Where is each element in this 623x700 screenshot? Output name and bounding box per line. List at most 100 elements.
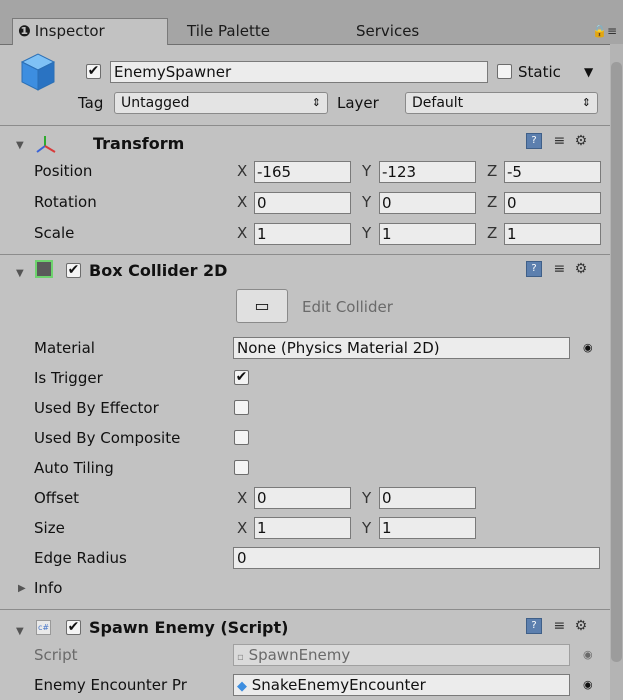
position-z-field[interactable]: -5 — [504, 161, 601, 183]
dropdown-arrows-icon: ⇕ — [581, 96, 591, 109]
scale-label: Scale — [34, 224, 75, 242]
rotation-y-field[interactable]: 0 — [379, 192, 476, 214]
static-checkbox[interactable] — [497, 64, 512, 79]
foldout-arrow-icon[interactable]: ▼ — [16, 268, 24, 279]
layer-dropdown[interactable]: Default ⇕ — [405, 92, 598, 114]
component-title: Spawn Enemy (Script) — [89, 618, 289, 637]
vertical-scrollbar[interactable] — [610, 44, 623, 700]
divider — [0, 609, 610, 610]
edit-collider-icon: ▭ — [254, 296, 270, 315]
tab-services[interactable]: Services — [356, 19, 419, 44]
edit-collider-button[interactable]: ▭ — [236, 289, 288, 323]
x-axis-label: X — [237, 162, 248, 180]
component-tools: ? ≡ ⚙ — [526, 618, 587, 634]
x-axis-label: X — [237, 193, 248, 211]
offset-x-field[interactable]: 0 — [254, 487, 351, 509]
offset-y-field[interactable]: 0 — [379, 487, 476, 509]
used-by-effector-label: Used By Effector — [34, 399, 159, 417]
is-trigger-label: Is Trigger — [34, 369, 103, 387]
component-title: Box Collider 2D — [89, 261, 228, 280]
edit-collider-label: Edit Collider — [302, 298, 393, 316]
y-axis-label: Y — [362, 519, 372, 537]
transform-axes-icon — [34, 133, 60, 159]
tab-inspector[interactable]: ❶ Inspector — [12, 18, 168, 45]
z-axis-label: Z — [487, 193, 498, 211]
used-by-effector-checkbox[interactable] — [234, 400, 249, 415]
static-label: Static — [518, 63, 561, 81]
x-axis-label: X — [237, 519, 248, 537]
lock-icon[interactable]: 🔒≡ — [592, 24, 617, 38]
x-axis-label: X — [237, 489, 248, 507]
preset-icon[interactable]: ≡ — [553, 618, 565, 634]
gear-icon[interactable]: ⚙ — [575, 261, 588, 277]
gameobject-name-field[interactable]: EnemySpawner — [110, 61, 488, 83]
position-x-field[interactable]: -165 — [254, 161, 351, 183]
size-label: Size — [34, 519, 65, 537]
scale-x-field[interactable]: 1 — [254, 223, 351, 245]
component-tools: ? ≡ ⚙ — [526, 133, 587, 149]
script-field: ▫ SpawnEnemy — [233, 644, 570, 666]
y-axis-label: Y — [362, 162, 372, 180]
position-y-field[interactable]: -123 — [379, 161, 476, 183]
y-axis-label: Y — [362, 193, 372, 211]
tag-dropdown[interactable]: Untagged ⇕ — [114, 92, 328, 114]
size-y-field[interactable]: 1 — [379, 517, 476, 539]
divider — [0, 125, 610, 126]
enemy-encounter-field[interactable]: ◆ SnakeEnemyEncounter — [233, 674, 570, 696]
material-field[interactable]: None (Physics Material 2D) — [233, 337, 570, 359]
static-dropdown-arrow-icon[interactable]: ▼ — [584, 62, 593, 82]
divider — [0, 254, 610, 255]
preset-icon[interactable]: ≡ — [553, 133, 565, 149]
z-axis-label: Z — [487, 224, 498, 242]
rotation-z-field[interactable]: 0 — [504, 192, 601, 214]
gear-icon[interactable]: ⚙ — [575, 618, 588, 634]
object-picker-icon[interactable]: ◉ — [583, 338, 593, 358]
dropdown-arrows-icon: ⇕ — [311, 96, 321, 109]
object-picker-icon[interactable]: ◉ — [583, 675, 593, 695]
offset-label: Offset — [34, 489, 80, 507]
help-icon[interactable]: ? — [526, 618, 542, 634]
rotation-label: Rotation — [34, 193, 97, 211]
layer-label: Layer — [337, 94, 379, 112]
edge-radius-field[interactable]: 0 — [233, 547, 600, 569]
component-title: Transform — [93, 134, 185, 153]
z-axis-label: Z — [487, 162, 498, 180]
edge-radius-label: Edge Radius — [34, 549, 127, 567]
auto-tiling-label: Auto Tiling — [34, 459, 114, 477]
enabled-checkbox[interactable]: ✔ — [66, 620, 81, 635]
scale-z-field[interactable]: 1 — [504, 223, 601, 245]
object-picker-icon: ◉ — [583, 648, 593, 661]
rotation-x-field[interactable]: 0 — [254, 192, 351, 214]
script-file-icon: ▫ — [237, 652, 244, 663]
used-by-composite-label: Used By Composite — [34, 429, 181, 447]
help-icon[interactable]: ? — [526, 133, 542, 149]
csharp-script-icon: c# — [36, 620, 51, 635]
tag-label: Tag — [78, 94, 104, 112]
position-label: Position — [34, 162, 93, 180]
foldout-arrow-icon[interactable]: ▼ — [16, 140, 24, 151]
scale-y-field[interactable]: 1 — [379, 223, 476, 245]
tab-tile-palette[interactable]: Tile Palette — [187, 19, 270, 44]
auto-tiling-checkbox[interactable] — [234, 460, 249, 475]
active-checkbox[interactable]: ✔ — [86, 64, 101, 79]
foldout-arrow-icon[interactable]: ▼ — [16, 626, 24, 637]
gear-icon[interactable]: ⚙ — [575, 133, 588, 149]
size-x-field[interactable]: 1 — [254, 517, 351, 539]
prefab-cube-icon: ◆ — [237, 679, 247, 694]
box-collider-icon — [35, 260, 53, 278]
tab-bar: ❶ Inspector Tile Palette Services 🔒≡ — [0, 0, 623, 45]
scrollbar-thumb[interactable] — [611, 62, 622, 662]
x-axis-label: X — [237, 224, 248, 242]
component-tools: ? ≡ ⚙ — [526, 261, 587, 277]
info-foldout-label[interactable]: Info — [34, 578, 62, 598]
script-label: Script — [34, 646, 78, 664]
material-label: Material — [34, 339, 95, 357]
foldout-collapsed-icon[interactable]: ▶ — [18, 583, 26, 594]
preset-icon[interactable]: ≡ — [553, 261, 565, 277]
is-trigger-checkbox[interactable]: ✔ — [234, 370, 249, 385]
gameobject-icon — [16, 50, 60, 94]
info-icon: ❶ — [18, 22, 31, 40]
used-by-composite-checkbox[interactable] — [234, 430, 249, 445]
help-icon[interactable]: ? — [526, 261, 542, 277]
enabled-checkbox[interactable]: ✔ — [66, 263, 81, 278]
